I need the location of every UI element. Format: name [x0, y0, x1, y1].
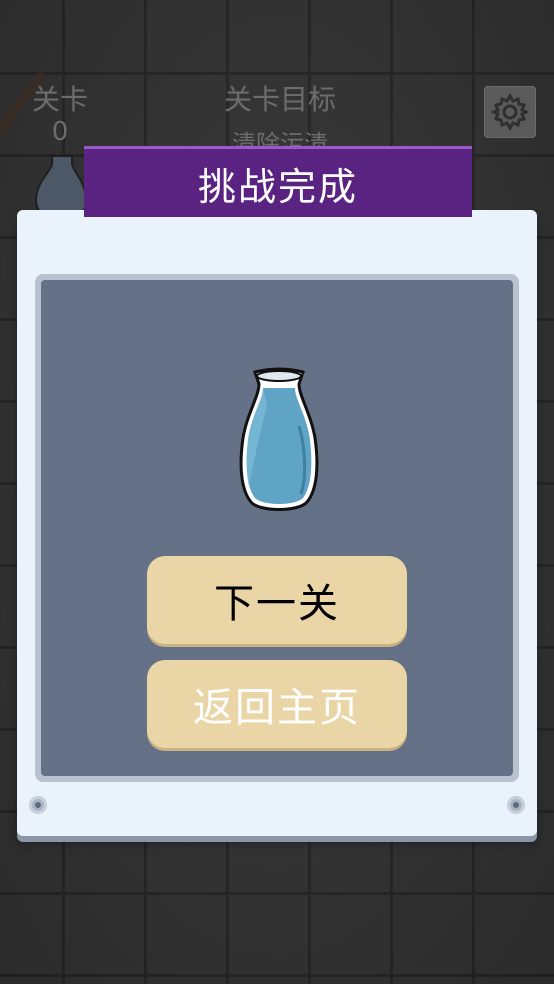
goal-label: 关卡目标: [223, 83, 336, 116]
gear-icon: [490, 93, 530, 131]
bottle-icon: [239, 367, 319, 511]
screw-left: [29, 796, 47, 814]
settings-button[interactable]: [484, 86, 536, 138]
dialog-title: 挑战完成: [84, 146, 472, 217]
return-home-button[interactable]: 返回主页: [147, 660, 407, 748]
reward-panel: 下一关 返回主页: [35, 274, 519, 782]
level-label: 关卡: [31, 83, 88, 116]
next-level-button[interactable]: 下一关: [147, 556, 407, 644]
level-indicator: 关卡 0: [24, 84, 96, 148]
screw-right: [507, 796, 525, 814]
level-value: 0: [51, 117, 69, 147]
reward-panel-fill: 下一关 返回主页: [41, 280, 513, 776]
challenge-complete-dialog: 下一关 返回主页: [17, 210, 537, 836]
goal-description: 清除污渍: [232, 130, 328, 146]
